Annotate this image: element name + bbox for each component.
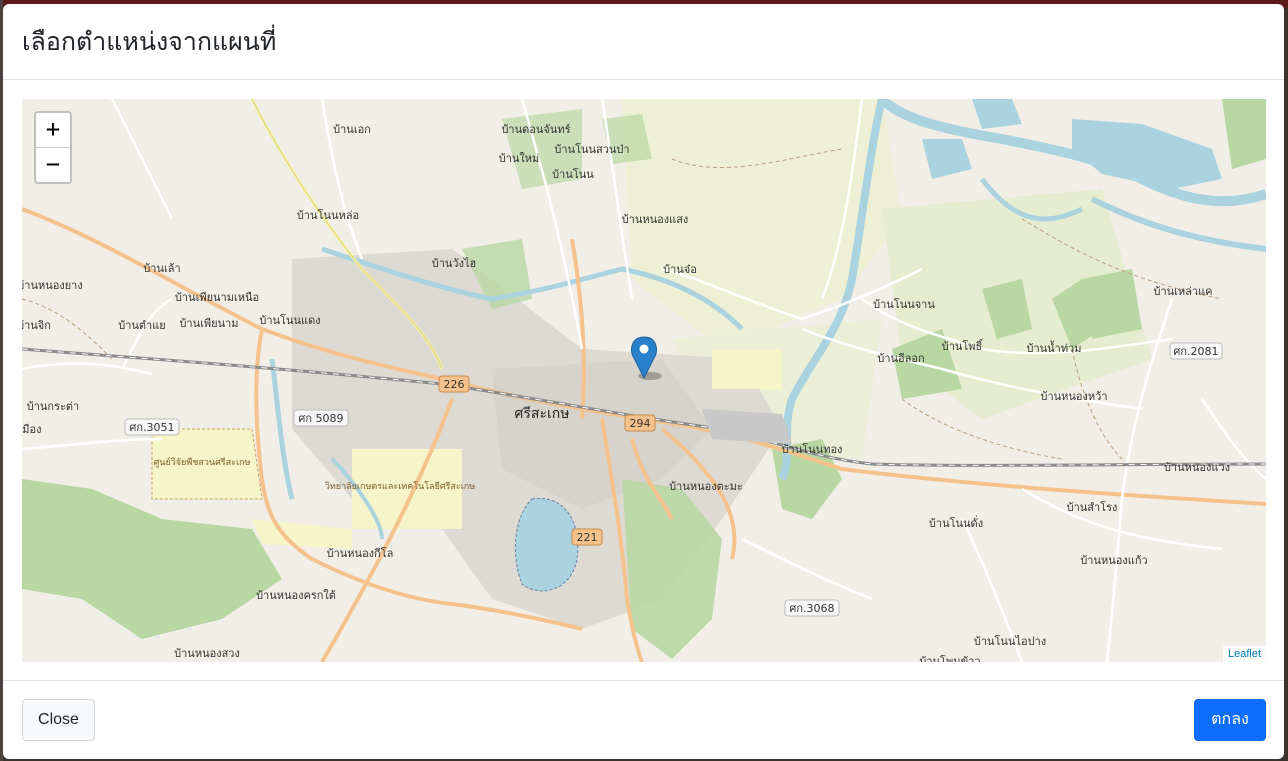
svg-text:ศก.3051: ศก.3051 — [129, 421, 174, 434]
road-shield-sk2081: ศก.2081 — [1169, 342, 1223, 360]
map-attribution-link[interactable]: Leaflet — [1222, 646, 1266, 662]
place-label: บ้านโนนหล่อ — [297, 208, 359, 222]
place-label: ศูนย์วิจัยพืชสวนศรีสะเกษ — [154, 456, 251, 468]
place-label: บ้านเล้า — [143, 262, 180, 275]
place-label: บ้านสำโรง — [1067, 500, 1118, 514]
map-view[interactable]: 226 294 221 ศก.2081 ศก.3051 ศก 5089 ศก.3… — [22, 99, 1266, 662]
place-label: บ้านดอนจันทร์ — [501, 123, 570, 136]
place-label: บ้านหนองกีโล — [327, 546, 394, 560]
place-label: บ้านหนองแก้ว — [1080, 554, 1147, 567]
place-label: บ้านเอก — [333, 123, 371, 136]
road-shield-sk3068: ศก.3068 — [784, 599, 840, 617]
place-label: บ้านโนนจาน — [873, 297, 935, 311]
zoom-in-button[interactable]: + — [36, 113, 70, 148]
location-picker-modal: เลือกตำแหน่งจากแผนที่ 226 294 221 ศก.208… — [3, 4, 1284, 759]
modal-body: 226 294 221 ศก.2081 ศก.3051 ศก 5089 ศก.3… — [22, 99, 1266, 662]
confirm-button[interactable]: ตกลง — [1194, 699, 1266, 741]
zoom-out-button[interactable]: − — [36, 148, 70, 182]
svg-text:221: 221 — [577, 531, 598, 544]
place-label: บ้านโพธิ์ — [942, 338, 984, 353]
place-label: บ้านใหม่ — [499, 152, 540, 165]
road-shield-sk3051: ศก.3051 — [124, 418, 180, 436]
place-label: บ้านตำแย — [118, 319, 166, 332]
place-label: ศรีสะเกษ — [515, 406, 570, 422]
modal-title: เลือกตำแหน่งจากแผนที่ — [22, 27, 277, 56]
place-label: บ้านหนองแสง — [622, 213, 689, 226]
svg-text:ศก.2081: ศก.2081 — [1173, 345, 1218, 358]
place-label: บ้านหนองแวง — [1164, 461, 1230, 474]
place-label: บ้านวังไฮ — [432, 257, 476, 270]
place-label: บ้านโนนสวนป่า — [554, 142, 629, 156]
place-label: บ้านจ๋อ — [663, 263, 697, 276]
place-label: บ้านหนองหว้า — [1040, 390, 1107, 403]
svg-text:294: 294 — [630, 417, 651, 430]
place-label: บ้านโนนดั่ง — [929, 515, 983, 530]
place-label: บ้านจิก — [22, 319, 51, 332]
place-label: บ้านหนองยาง — [22, 279, 83, 292]
modal-header: เลือกตำแหน่งจากแผนที่ — [3, 4, 1284, 80]
place-label: บ้านโนนแดง — [259, 313, 320, 327]
close-button[interactable]: Close — [22, 699, 95, 741]
map-tiles[interactable]: 226 294 221 ศก.2081 ศก.3051 ศก 5089 ศก.3… — [22, 99, 1266, 662]
place-label: บ้านน้ำท่วม — [1026, 340, 1081, 355]
road-shield-294: 294 — [624, 414, 656, 432]
svg-text:ศก.3068: ศก.3068 — [789, 602, 834, 615]
place-label: บ้านโพนข้าว — [919, 654, 980, 662]
place-label: บ้านโนนไอปาง — [974, 634, 1046, 648]
place-label: บ้านเพียนามเหนือ — [175, 291, 259, 304]
place-label: บ้านเหล่าแค — [1153, 285, 1212, 298]
zoom-control: + − — [34, 111, 72, 184]
road-shield-221: 221 — [571, 528, 603, 546]
svg-text:226: 226 — [444, 378, 465, 391]
modal-footer: Close ตกลง — [3, 680, 1284, 759]
place-label: บ้านหนองสวง — [174, 647, 240, 660]
place-label: บ้านหนองครกใต้ — [256, 589, 336, 602]
road-shield-226: 226 — [438, 375, 470, 393]
place-label: บ้านโนนทอง — [782, 442, 843, 456]
place-label: วิทยาลัยเกษตรและเทคโนโลยีศรีสะเกษ — [325, 481, 475, 492]
place-label: บ้านโนน — [552, 167, 594, 181]
place-label: บ้านอีลอก — [877, 352, 924, 365]
place-label: บ้านเพียนาม — [179, 317, 238, 330]
place-label: เมือง — [22, 423, 42, 436]
place-label: บ้านกระต่า — [27, 400, 79, 413]
svg-text:ศก 5089: ศก 5089 — [298, 412, 343, 425]
place-label: บ้านหนองตะมะ — [669, 480, 743, 493]
road-shield-sk5089: ศก 5089 — [293, 409, 349, 427]
